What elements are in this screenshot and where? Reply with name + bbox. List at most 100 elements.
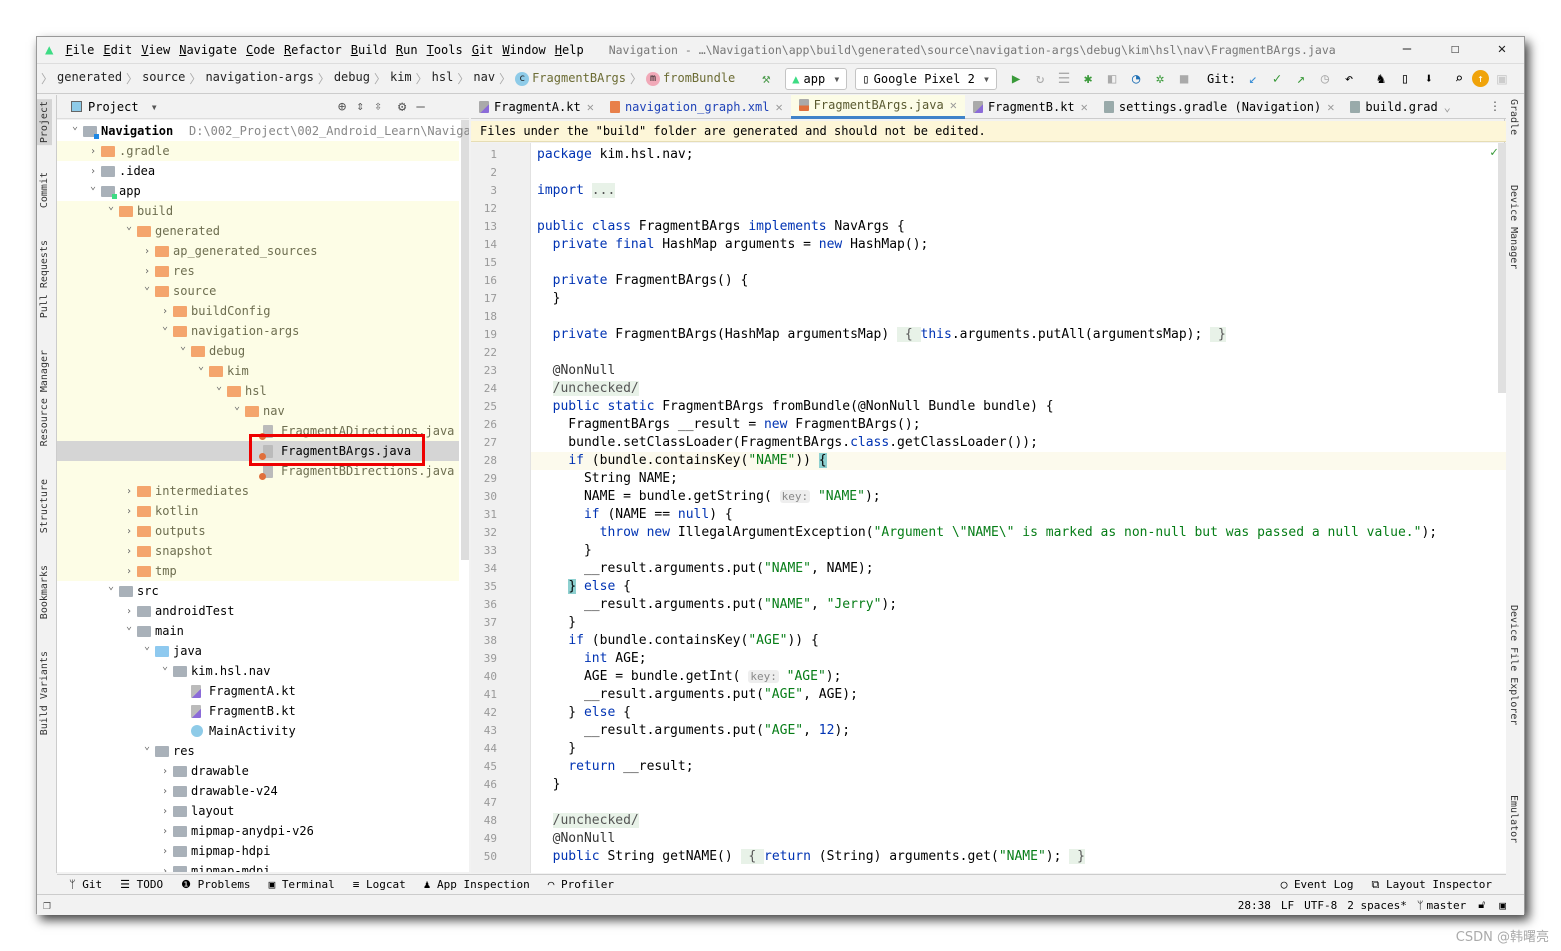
chevron-right-icon[interactable]: › [159,806,171,817]
apply-changes-icon[interactable]: ↻ [1029,71,1051,87]
chevron-down-icon[interactable]: ⌄ [177,341,189,352]
breadcrumb-item[interactable]: kim [390,70,412,87]
chevron-right-icon[interactable]: › [159,306,171,317]
sync-gradle-icon[interactable]: ♞ [1370,71,1392,87]
chevron-right-icon[interactable]: › [123,486,135,497]
tree-item[interactable]: ⌄ build [57,201,459,221]
chevron-right-icon[interactable]: › [87,166,99,177]
device-dropdown[interactable]: ▯ Google Pixel 2 ▾ [855,67,998,90]
chevron-right-icon[interactable]: › [141,266,153,277]
tool-window-pull-requests[interactable]: Pull Requests [39,240,50,318]
tree-item[interactable]: › intermediates [57,481,459,501]
tool-window-structure[interactable]: Structure [39,479,50,533]
tool-window-gradle[interactable]: Gradle [1508,99,1519,135]
tree-item[interactable]: › drawable [57,761,459,781]
chevron-down-icon[interactable]: ⌄ [213,381,225,392]
tree-item[interactable]: › layout [57,801,459,821]
code-editor[interactable]: 1 2 3 12 13 14 15 16 17 18 19 22 23 24 25 26 27 28 29 30 31 3… [471,143,1506,873]
file-encoding[interactable]: UTF-8 [1304,899,1337,912]
chevron-right-icon[interactable]: › [87,146,99,157]
tool-window-bookmarks[interactable]: Bookmarks [39,565,50,619]
folded-code[interactable]: { [897,327,921,342]
chevron-down-icon[interactable]: ⌄ [105,201,117,212]
tree-item[interactable]: › drawable-v24 [57,781,459,801]
line-separator[interactable]: LF [1281,899,1294,912]
folded-code[interactable]: ... [591,183,616,198]
tree-item[interactable]: ⌄ app [57,181,459,201]
tree-item[interactable]: ⌄ debug [57,341,459,361]
sdk-manager-icon[interactable]: ⬇ [1418,71,1440,87]
hide-icon[interactable]: — [416,99,424,115]
apply-code-changes-icon[interactable]: ☰ [1053,71,1075,87]
breadcrumb-item[interactable]: generated [57,70,122,87]
tree-item[interactable]: ⌄ generated [57,221,459,241]
menu-item[interactable]: Code [246,43,275,57]
debug-icon[interactable]: ✱ [1077,71,1099,87]
device-manager-icon[interactable]: ▯ [1394,71,1416,87]
tree-item[interactable]: ⌄ Navigation D:\002_Project\002_Android_Le… [57,121,469,141]
project-view-dropdown[interactable]: Project [88,100,139,114]
update-icon[interactable]: ↑ [1471,70,1489,87]
tool-terminal[interactable]: ▣ Terminal [269,878,335,891]
tool-window-resource-manager[interactable]: Resource Manager [39,350,50,446]
user-avatar-icon[interactable]: ▣ [1491,69,1513,88]
breadcrumb-item[interactable]: debug [334,70,370,87]
tab-build-grad[interactable]: build.grad ⌄ [1342,95,1458,119]
tool-window-device-manager[interactable]: Device Manager [1508,185,1519,269]
menu-item[interactable]: Build [351,43,387,57]
git-commit-icon[interactable]: ✓ [1266,71,1288,87]
stop-icon[interactable]: ■ [1173,71,1195,87]
folded-code[interactable]: } [1210,327,1226,342]
chevron-right-icon[interactable]: › [123,566,135,577]
menu-item[interactable]: File [65,43,94,57]
tree-item[interactable]: ⌄ kim.hsl.nav [57,661,459,681]
tree-item[interactable]: › kotlin [57,501,459,521]
breadcrumb-item[interactable]: nav [473,70,495,87]
locate-icon[interactable]: ⊕ [338,99,346,115]
chevron-down-icon[interactable]: ⌄ [123,221,135,232]
close-button[interactable]: ✕ [1492,41,1512,59]
tree-item[interactable]: ⌄ source [57,281,459,301]
run-icon[interactable]: ▶ [1005,71,1027,87]
tool-git[interactable]: ᛘ Git [69,878,102,891]
chevron-right-icon[interactable]: › [159,786,171,797]
tool-layout-inspector[interactable]: ⧉ Layout Inspector [1372,878,1492,892]
tool-logcat[interactable]: ≡ Logcat [353,878,406,891]
tool-problems[interactable]: ❶ Problems [181,878,250,891]
tree-item[interactable]: › .idea [57,161,459,181]
folded-code[interactable]: { [740,849,764,864]
git-update-icon[interactable]: ↙ [1242,71,1264,87]
tree-scrollbar[interactable] [461,120,469,560]
menu-item[interactable]: View [141,43,170,57]
more-tabs-icon[interactable]: ⋮ [1489,99,1501,113]
tool-window-build-variants[interactable]: Build Variants [39,651,50,735]
chevron-down-icon[interactable]: ⌄ [105,581,117,592]
close-tab-icon[interactable]: ✕ [1081,100,1088,114]
chevron-right-icon[interactable]: › [123,526,135,537]
menu-item[interactable]: Run [396,43,418,57]
tool-event-log[interactable]: ◯ Event Log [1281,878,1354,891]
tree-item[interactable]: ⌄ kim [57,361,459,381]
close-tab-icon[interactable]: ✕ [587,100,594,114]
chevron-down-icon[interactable]: ⌄ [141,641,153,652]
tree-item[interactable]: › mipmap-mdpi [57,861,459,872]
tree-item[interactable]: › res [57,261,459,281]
chevron-right-icon[interactable]: › [123,546,135,557]
tree-item[interactable]: › snapshot [57,541,459,561]
tool-window-device-file-explorer[interactable]: Device File Explorer [1508,605,1519,725]
git-push-icon[interactable]: ↗ [1290,71,1312,87]
attach-debugger-process-icon[interactable]: ✲ [1149,71,1171,87]
tree-item[interactable]: FragmentB.kt [57,701,459,721]
tree-item[interactable]: › .gradle [57,141,459,161]
breadcrumb-item[interactable]: hsl [432,70,454,87]
menu-item[interactable]: Refactor [284,43,342,57]
minimize-button[interactable]: – [1397,41,1417,59]
close-tab-icon[interactable]: ✕ [775,100,782,114]
search-icon[interactable]: ⌕ [1448,71,1470,87]
tree-item[interactable]: › buildConfig [57,301,459,321]
collapse-all-icon[interactable]: ⇳ [374,99,382,114]
breadcrumb-method[interactable]: m fromBundle [646,71,735,86]
tree-item[interactable]: ⌄ hsl [57,381,459,401]
chevron-right-icon[interactable]: › [123,506,135,517]
folded-code[interactable]: } [1069,849,1085,864]
